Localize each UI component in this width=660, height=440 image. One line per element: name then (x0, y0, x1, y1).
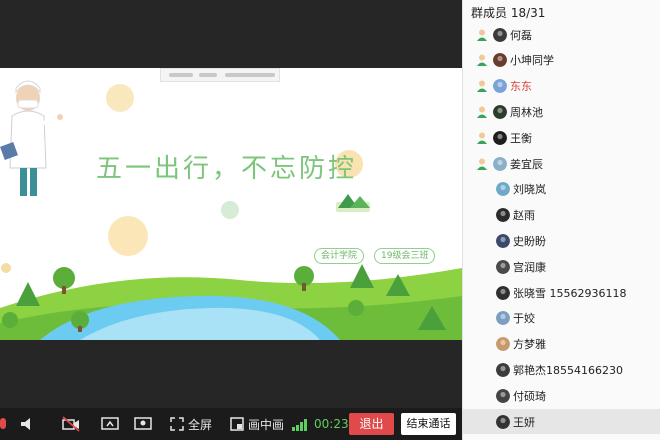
member-name: 付硕琦 (513, 389, 546, 403)
member-count-header: 群成员 18/31 (471, 6, 546, 20)
member-name: 于姣 (513, 312, 535, 326)
avatar (493, 130, 507, 145)
member-row[interactable]: 王衡 (463, 125, 660, 150)
member-row[interactable]: 宫润康 (463, 254, 660, 279)
avatar (496, 414, 510, 429)
member-row[interactable]: 刘晓岚 (463, 177, 660, 202)
member-row[interactable]: 张晓雪 15562936118 (463, 280, 660, 305)
member-name: 张晓雪 15562936118 (513, 286, 627, 300)
exit-button[interactable]: 退出 (349, 413, 394, 435)
slide-header-strip (160, 68, 280, 82)
member-panel: 群成员 18/31 何磊小坤同学东东周林池王衡姜宜辰刘晓岚赵雨史盼盼宫润康张晓雪… (462, 0, 660, 440)
avatar (493, 104, 507, 119)
screen-share-icon[interactable] (101, 416, 119, 432)
avatar (496, 259, 510, 274)
member-name: 王衡 (510, 131, 532, 145)
avatar (493, 156, 507, 171)
person-icon (477, 158, 487, 170)
pip-label: 画中画 (248, 417, 285, 432)
mic-off-icon[interactable] (0, 416, 8, 432)
video-area[interactable]: 五一出行，不忘防控 会计学院 19级会三班 全屏 画中画 00:23 退出 结束… (0, 0, 462, 440)
signal-strength-icon (292, 416, 310, 432)
slide-title: 五一出行，不忘防控 (96, 154, 358, 184)
shared-slide: 五一出行，不忘防控 会计学院 19级会三班 (0, 68, 462, 340)
member-row[interactable]: 东东 (463, 74, 660, 99)
member-name: 赵雨 (513, 209, 535, 223)
member-row[interactable]: 何磊 (463, 22, 660, 47)
avatar (496, 208, 510, 223)
person-icon (477, 106, 487, 118)
avatar (496, 311, 510, 326)
pip-button[interactable]: 画中画 (230, 416, 284, 432)
member-name: 王妍 (513, 415, 535, 429)
person-icon (477, 80, 487, 93)
member-row[interactable]: 于姣 (463, 306, 660, 331)
avatar (493, 27, 507, 42)
member-row[interactable]: 郭艳杰18554166230 (463, 357, 660, 382)
avatar (496, 285, 510, 300)
avatar (496, 362, 510, 377)
member-name: 周林池 (510, 105, 543, 119)
avatar (496, 388, 510, 403)
member-row[interactable]: 小坤同学 (463, 48, 660, 73)
member-row[interactable]: 赵雨 (463, 203, 660, 228)
doctor-figure (0, 80, 63, 196)
end-call-button[interactable]: 结束通话 (401, 413, 456, 435)
member-row[interactable]: 姜宜辰 (463, 151, 660, 176)
member-name: 何磊 (510, 28, 532, 42)
avatar (496, 337, 510, 352)
fullscreen-label: 全屏 (188, 417, 213, 432)
member-row[interactable]: 付硕琦 (463, 383, 660, 408)
slide-illustration (0, 80, 462, 340)
fullscreen-button[interactable]: 全屏 (170, 416, 212, 432)
member-row[interactable]: 方梦雅 (463, 332, 660, 357)
video-letterbox-top (0, 0, 462, 68)
camera-off-icon[interactable] (62, 416, 80, 432)
video-call-window: 五一出行，不忘防控 会计学院 19级会三班 全屏 画中画 00:23 退出 结束… (0, 0, 660, 440)
member-name: 姜宜辰 (510, 157, 543, 171)
avatar (493, 79, 507, 94)
member-name: 小坤同学 (510, 54, 554, 68)
call-timer: 00:23 (314, 417, 349, 431)
presenter-icon[interactable] (134, 416, 152, 432)
person-icon (477, 132, 487, 144)
slide-tag-college: 会计学院 (314, 248, 365, 264)
slide-emblem (336, 194, 370, 212)
member-row[interactable]: 史盼盼 (463, 228, 660, 253)
speaker-icon[interactable] (20, 416, 34, 432)
member-row[interactable]: 周林池 (463, 99, 660, 124)
person-icon (477, 54, 487, 67)
avatar (493, 53, 507, 68)
member-row[interactable]: 王妍 (463, 409, 660, 434)
member-name: 郭艳杰18554166230 (513, 363, 623, 377)
member-name: 史盼盼 (513, 234, 546, 248)
person-icon (477, 29, 487, 41)
member-name: 东东 (510, 80, 532, 94)
video-letterbox-bottom (0, 340, 462, 408)
avatar (496, 233, 510, 248)
member-name: 方梦雅 (513, 338, 546, 352)
slide-tag-class: 19级会三班 (374, 248, 436, 264)
member-name: 宫润康 (513, 260, 546, 274)
avatar (496, 182, 510, 197)
member-name: 刘晓岚 (513, 183, 546, 197)
